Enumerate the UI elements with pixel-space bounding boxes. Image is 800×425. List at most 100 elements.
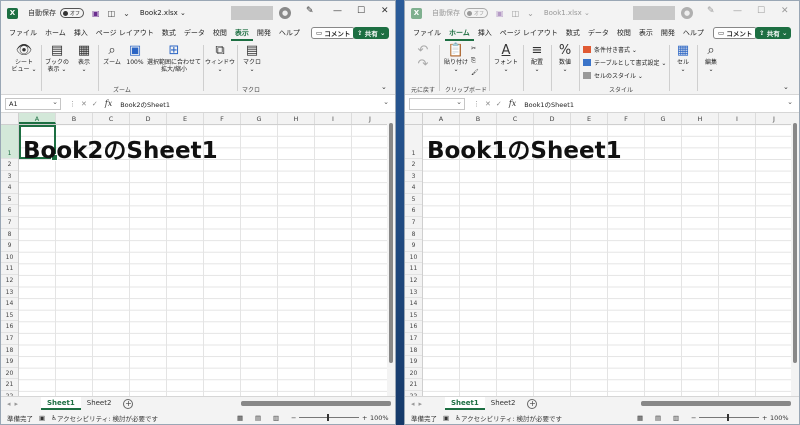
column-header[interactable]: E bbox=[571, 113, 608, 124]
name-box[interactable] bbox=[409, 97, 465, 110]
column-header[interactable]: E bbox=[167, 113, 204, 124]
column-header[interactable]: F bbox=[204, 113, 241, 124]
tab-insert[interactable]: 挿入 bbox=[70, 25, 92, 41]
camera-icon[interactable]: ◫ bbox=[512, 9, 520, 18]
sheet-tab-sheet2[interactable]: Sheet2 bbox=[81, 397, 118, 410]
add-sheet-icon[interactable]: + bbox=[527, 398, 538, 409]
page-break-view-icon[interactable]: ▥ bbox=[673, 414, 679, 422]
tab-view[interactable]: 表示 bbox=[230, 25, 253, 41]
customize-qat-icon[interactable]: ⌄ bbox=[123, 9, 130, 18]
name-box[interactable]: A1 bbox=[5, 97, 61, 110]
row-header[interactable]: 1 bbox=[405, 125, 422, 159]
tab-developer[interactable]: 開発 bbox=[657, 25, 679, 41]
format-as-table-button[interactable]: テーブルとして書式設定 ⌄ bbox=[583, 58, 666, 67]
window-filename[interactable]: Book2.xlsx ⌄ bbox=[140, 9, 186, 17]
column-header[interactable]: F bbox=[608, 113, 645, 124]
row-header[interactable]: 11 bbox=[1, 263, 18, 275]
row-header[interactable]: 15 bbox=[405, 310, 422, 322]
row-header[interactable]: 8 bbox=[405, 229, 422, 241]
tab-formulas[interactable]: 数式 bbox=[562, 25, 584, 41]
zoom-slider[interactable] bbox=[699, 414, 759, 421]
row-header[interactable]: 16 bbox=[405, 321, 422, 333]
row-header[interactable]: 8 bbox=[1, 229, 18, 241]
insert-function-icon[interactable]: fx bbox=[509, 99, 516, 108]
vertical-scrollbar[interactable] bbox=[387, 113, 395, 396]
zoom-percent[interactable]: 100% bbox=[770, 414, 789, 422]
status-accessibility[interactable]: アクセシビリティ: 検討が必要です bbox=[461, 413, 562, 423]
macro-record-icon[interactable]: ▣ bbox=[39, 414, 45, 422]
page-layout-view-icon[interactable]: ▤ bbox=[655, 414, 661, 422]
alignment-button[interactable]: ≡ 配置 ⌄ bbox=[527, 43, 547, 73]
tab-page-layout[interactable]: ページ レイアウト bbox=[496, 25, 562, 41]
minimize-icon[interactable]: — bbox=[733, 6, 742, 16]
cut-icon[interactable]: ✂ bbox=[471, 45, 476, 52]
close-icon[interactable]: ✕ bbox=[381, 6, 389, 16]
worksheet-grid[interactable]: A B C D E F G H I J 1 2 3 4 5 6 7 8 9 10… bbox=[1, 113, 389, 396]
column-header[interactable]: J bbox=[756, 113, 793, 124]
copy-icon[interactable]: ⎘ bbox=[471, 57, 476, 65]
minimize-icon[interactable]: — bbox=[333, 6, 342, 16]
vertical-scrollbar[interactable] bbox=[791, 113, 799, 396]
column-header[interactable]: B bbox=[56, 113, 93, 124]
macro-record-icon[interactable]: ▣ bbox=[443, 414, 449, 422]
row-header[interactable]: 20 bbox=[1, 368, 18, 380]
row-header[interactable]: 7 bbox=[1, 217, 18, 229]
zoom-slider[interactable] bbox=[299, 414, 359, 421]
row-header[interactable]: 18 bbox=[405, 345, 422, 357]
maximize-icon[interactable]: ☐ bbox=[357, 6, 365, 16]
row-header[interactable]: 14 bbox=[1, 298, 18, 310]
row-header[interactable]: 6 bbox=[405, 205, 422, 217]
cells-button[interactable]: ▦ セル ⌄ bbox=[673, 43, 693, 73]
scroll-thumb[interactable] bbox=[389, 123, 393, 363]
row-header[interactable]: 2 bbox=[405, 159, 422, 171]
format-painter-icon[interactable]: 🖌 bbox=[471, 69, 479, 76]
formula-cancel-confirm-icon[interactable]: ⋮✕✓ bbox=[473, 100, 507, 108]
zoom-out-icon[interactable]: − bbox=[691, 414, 696, 422]
paste-button[interactable]: 📋 貼り付け ⌄ bbox=[443, 43, 469, 73]
row-header[interactable]: 3 bbox=[1, 171, 18, 183]
tab-home[interactable]: ホーム bbox=[41, 25, 70, 41]
horizontal-scrollbar[interactable] bbox=[641, 401, 791, 406]
column-header[interactable]: G bbox=[241, 113, 278, 124]
close-icon[interactable]: ✕ bbox=[781, 6, 789, 16]
page-layout-view-icon[interactable]: ▤ bbox=[255, 414, 261, 422]
conditional-format-button[interactable]: 条件付き書式 ⌄ bbox=[583, 45, 637, 54]
worksheet-grid[interactable]: A B C D E F G H I J 1 2 3 4 5 6 7 8 9 10… bbox=[405, 113, 793, 396]
pen-icon[interactable]: ✎ bbox=[707, 6, 715, 16]
row-header[interactable]: 5 bbox=[1, 194, 18, 206]
book-view-button[interactable]: ▤ ブックの 表示 ⌄ bbox=[43, 43, 71, 73]
expand-formula-bar-icon[interactable]: ⌄ bbox=[383, 98, 389, 106]
tab-developer[interactable]: 開発 bbox=[253, 25, 275, 41]
tab-view[interactable]: 表示 bbox=[635, 25, 657, 41]
row-header[interactable]: 4 bbox=[1, 182, 18, 194]
zoom-to-selection-button[interactable]: ⊞ 選択範囲に合わせて 拡大/縮小 bbox=[147, 43, 201, 73]
zoom-in-icon[interactable]: + bbox=[762, 414, 767, 422]
tab-home[interactable]: ホーム bbox=[445, 25, 474, 41]
row-header[interactable]: 11 bbox=[405, 263, 422, 275]
insert-function-icon[interactable]: fx bbox=[105, 99, 112, 108]
row-header[interactable]: 12 bbox=[1, 275, 18, 287]
macro-button[interactable]: ▤ マクロ ⌄ bbox=[241, 43, 263, 73]
sheet-tab-sheet1[interactable]: Sheet1 bbox=[445, 397, 485, 410]
autosave-toggle[interactable]: オフ bbox=[464, 8, 488, 18]
row-header[interactable]: 9 bbox=[1, 240, 18, 252]
column-header[interactable]: H bbox=[682, 113, 719, 124]
row-header[interactable]: 21 bbox=[1, 379, 18, 391]
row-header[interactable]: 21 bbox=[405, 379, 422, 391]
row-header[interactable]: 13 bbox=[405, 287, 422, 299]
customize-qat-icon[interactable]: ⌄ bbox=[527, 9, 534, 18]
pen-icon[interactable]: ✎ bbox=[306, 6, 314, 16]
sheet-tab-sheet2[interactable]: Sheet2 bbox=[485, 397, 522, 410]
row-header[interactable]: 16 bbox=[1, 321, 18, 333]
row-header[interactable]: 12 bbox=[405, 275, 422, 287]
row-header[interactable]: 20 bbox=[405, 368, 422, 380]
search-box[interactable] bbox=[231, 6, 273, 20]
column-header[interactable]: D bbox=[130, 113, 167, 124]
column-header[interactable]: A bbox=[423, 113, 460, 124]
sheet-nav-arrows-icon[interactable]: ◂▸ bbox=[1, 400, 41, 408]
window-button[interactable]: ⧉ ウィンドウ ⌄ bbox=[205, 43, 235, 73]
row-header[interactable]: 7 bbox=[405, 217, 422, 229]
zoom-button[interactable]: ⌕ ズーム bbox=[101, 43, 123, 66]
row-header[interactable]: 17 bbox=[405, 333, 422, 345]
tab-file[interactable]: ファイル bbox=[409, 25, 445, 41]
